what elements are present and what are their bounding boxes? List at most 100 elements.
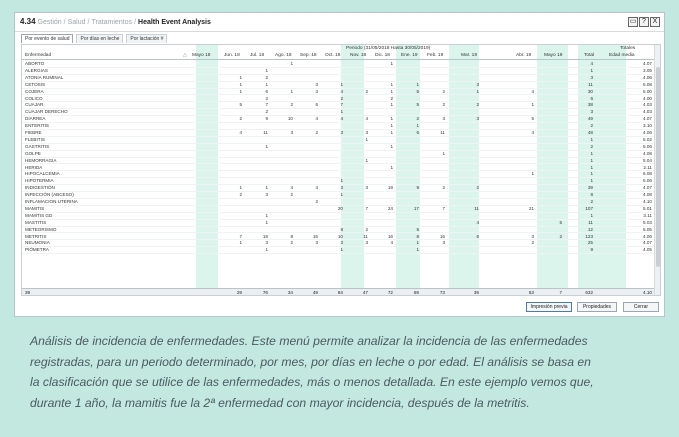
vertical-scrollbar[interactable] [654, 45, 660, 295]
month-count-cell: 1 [340, 247, 343, 253]
average-age-cell: 4.06 [643, 130, 652, 135]
restore-window-icon[interactable]: ▭ [628, 17, 638, 27]
month-count-cell [373, 227, 393, 234]
month-count-cell: 4 [476, 219, 479, 225]
total-cell: 38 [587, 102, 593, 108]
month-count-cell [373, 75, 393, 82]
month-count-cell: 2 [265, 109, 268, 115]
column-header-month[interactable]: Ene. 19 [401, 53, 418, 58]
table-row[interactable]: PIÓMETRA 1 1 1 9 4.05 [22, 247, 655, 255]
column-header-month[interactable]: Jul. 18 [250, 53, 264, 58]
table-row[interactable]: INFLAMACION UTERINA 2 2 4.10 [22, 199, 655, 206]
disease-name: ALERGIAS [25, 67, 48, 73]
breadcrumb-separator: / [63, 19, 66, 26]
disease-name: FIEBRE [25, 130, 42, 135]
column-header-month[interactable]: Sep. 18 [300, 53, 317, 58]
table-row[interactable]: NEUMONIA 1 3 2 3 3 3 4 1 3 2 25 4.07 [22, 240, 655, 248]
month-count-cell [273, 68, 293, 75]
tab-por-dias-en-leche[interactable]: Por días en leche [76, 34, 124, 43]
footer-grand-total: 632 [585, 290, 593, 295]
month-count-cell [190, 171, 210, 178]
table-row[interactable]: ABORTO 1 1 4 4.07 [22, 61, 655, 68]
table-row[interactable]: HIPOTERMIA 1 1 5.06 [22, 178, 655, 186]
column-header-edad-media[interactable]: Edad media [609, 53, 635, 58]
month-count-cell: 3 [315, 240, 318, 246]
table-row[interactable]: INDIGESTIÓN 1 1 4 4 3 3 19 9 2 2 39 4.07 [22, 185, 655, 193]
print-preview-button[interactable]: Impresión previa [526, 302, 572, 312]
table-row[interactable]: MAMITIS GD 1 1 3.11 [22, 213, 655, 220]
column-header-total[interactable]: Total [584, 53, 594, 58]
table-row[interactable]: COJERA 1 6 1 3 4 2 1 5 2 1 4 30 5.00 [22, 89, 655, 96]
column-header-month[interactable]: Mar. 19 [461, 53, 477, 58]
column-header-month[interactable]: Dic. 18 [375, 53, 390, 58]
table-row[interactable]: CETOSIS 1 1 3 1 1 1 3 11 5.08 [22, 82, 655, 89]
column-header-enfermedad[interactable]: Enfermedad [25, 53, 51, 58]
table-row[interactable]: HEMORRAGIA 1 1 5.04 [22, 158, 655, 165]
month-count-cell: 4 [390, 240, 393, 246]
column-header-month[interactable]: Ago. 18 [275, 53, 292, 58]
column-header-month[interactable]: Abr. 19 [516, 53, 531, 58]
month-count-cell [248, 158, 268, 165]
average-age-cell: 5.03 [643, 219, 652, 225]
month-count-cell [399, 213, 419, 220]
footer-month-total: 76 [262, 290, 268, 295]
month-count-cell [190, 96, 210, 103]
month-count-cell [514, 75, 534, 82]
table-row[interactable]: MAMITIS 20 7 24 17 7 11 21 107 5.01 [22, 206, 655, 213]
month-count-cell [298, 158, 318, 165]
table-row[interactable]: HERIDA 1 1 2.11 [22, 165, 655, 172]
month-count-cell [459, 109, 479, 116]
table-row[interactable]: ALERGIAS 1 1 3.05 [22, 68, 655, 75]
tab-por-evento-de-salud[interactable]: Por evento de salud [21, 34, 74, 43]
month-count-cell [273, 123, 293, 130]
month-count-cell [190, 151, 210, 158]
properties-button[interactable]: Propiedades [577, 302, 617, 312]
table-row[interactable]: INFECCIÓN (ABCESO) 2 3 2 1 8 4.08 [22, 192, 655, 199]
table-row[interactable]: CUAJAR DERECHO 2 1 3 4.03 [22, 109, 655, 117]
month-count-cell: 2 [476, 185, 479, 191]
month-count-cell: 1 [265, 143, 268, 149]
table-row[interactable]: MASTITIS 1 4 5 11 5.03 [22, 220, 655, 227]
month-count-cell [514, 192, 534, 199]
column-header-month[interactable]: Oct. 18 [325, 53, 340, 58]
month-count-cell: 9 [265, 116, 268, 122]
month-count-cell [323, 137, 343, 144]
disease-name: PIÓMETRA [25, 247, 49, 253]
breadcrumb-item-gestion[interactable]: Gestión [38, 19, 62, 26]
scrollbar-thumb[interactable] [656, 67, 660, 267]
table-row[interactable]: CUAJAR 5 7 2 6 7 1 5 2 2 1 38 4.03 [22, 102, 655, 110]
column-header-month[interactable]: Mayo 19 [544, 53, 562, 58]
month-count-cell [248, 206, 268, 213]
table-row[interactable]: METEORISMO 8 2 5 12 5.05 [22, 227, 655, 234]
table-row[interactable]: GASTRITIS 1 1 2 5.06 [22, 144, 655, 151]
table-row[interactable]: ENTERITIS 1 1 2 3.10 [22, 123, 655, 130]
help-icon[interactable]: ? [639, 17, 649, 27]
table-row[interactable]: FLEBITIS 1 1 5.02 [22, 137, 655, 144]
month-count-cell [348, 192, 368, 199]
breadcrumb-item-salud[interactable]: Salud [68, 19, 86, 26]
month-count-cell [425, 178, 445, 185]
close-button[interactable]: Cerrar [623, 302, 659, 312]
table-row[interactable]: ATONIA RUMINAL 1 2 3 4.06 [22, 75, 655, 82]
column-header-month[interactable]: Feb. 19 [427, 53, 443, 58]
tab-por-lactacion[interactable]: Por lactación # [126, 34, 168, 43]
column-header-month[interactable]: Jun. 18 [224, 53, 240, 58]
table-row[interactable]: FIEBRE 4 11 3 2 3 3 1 6 11 4 48 4.06 [22, 130, 655, 137]
month-count-cell [348, 151, 368, 158]
close-icon[interactable]: X [650, 17, 660, 27]
column-header-month[interactable]: Mayo 18 [192, 53, 210, 58]
breadcrumb-item-tratamientos[interactable]: Tratamientos [91, 19, 132, 26]
table-row[interactable]: GOLPE 1 1 4.08 [22, 151, 655, 158]
table-row[interactable]: DIARREA 2 9 10 4 4 4 1 2 3 3 5 49 4.07 [22, 116, 655, 124]
total-cell: 2 [590, 123, 593, 129]
sort-ascending-icon[interactable]: △ [183, 53, 187, 58]
table-row[interactable]: HIPOCALCEMIA 1 1 6.08 [22, 171, 655, 179]
table-row[interactable]: COLICO 2 2 2 6 4.00 [22, 96, 655, 103]
month-count-cell [190, 220, 210, 227]
column-header-month[interactable]: Nov. 18 [350, 53, 366, 58]
month-count-cell [459, 178, 479, 185]
month-count-cell [542, 144, 562, 151]
disease-name: DIARREA [25, 116, 46, 122]
table-row[interactable]: METRITIS 7 19 8 15 10 11 16 8 16 6 3 2 123 4.06 [22, 234, 655, 241]
month-count-cell: 3 [476, 81, 479, 87]
